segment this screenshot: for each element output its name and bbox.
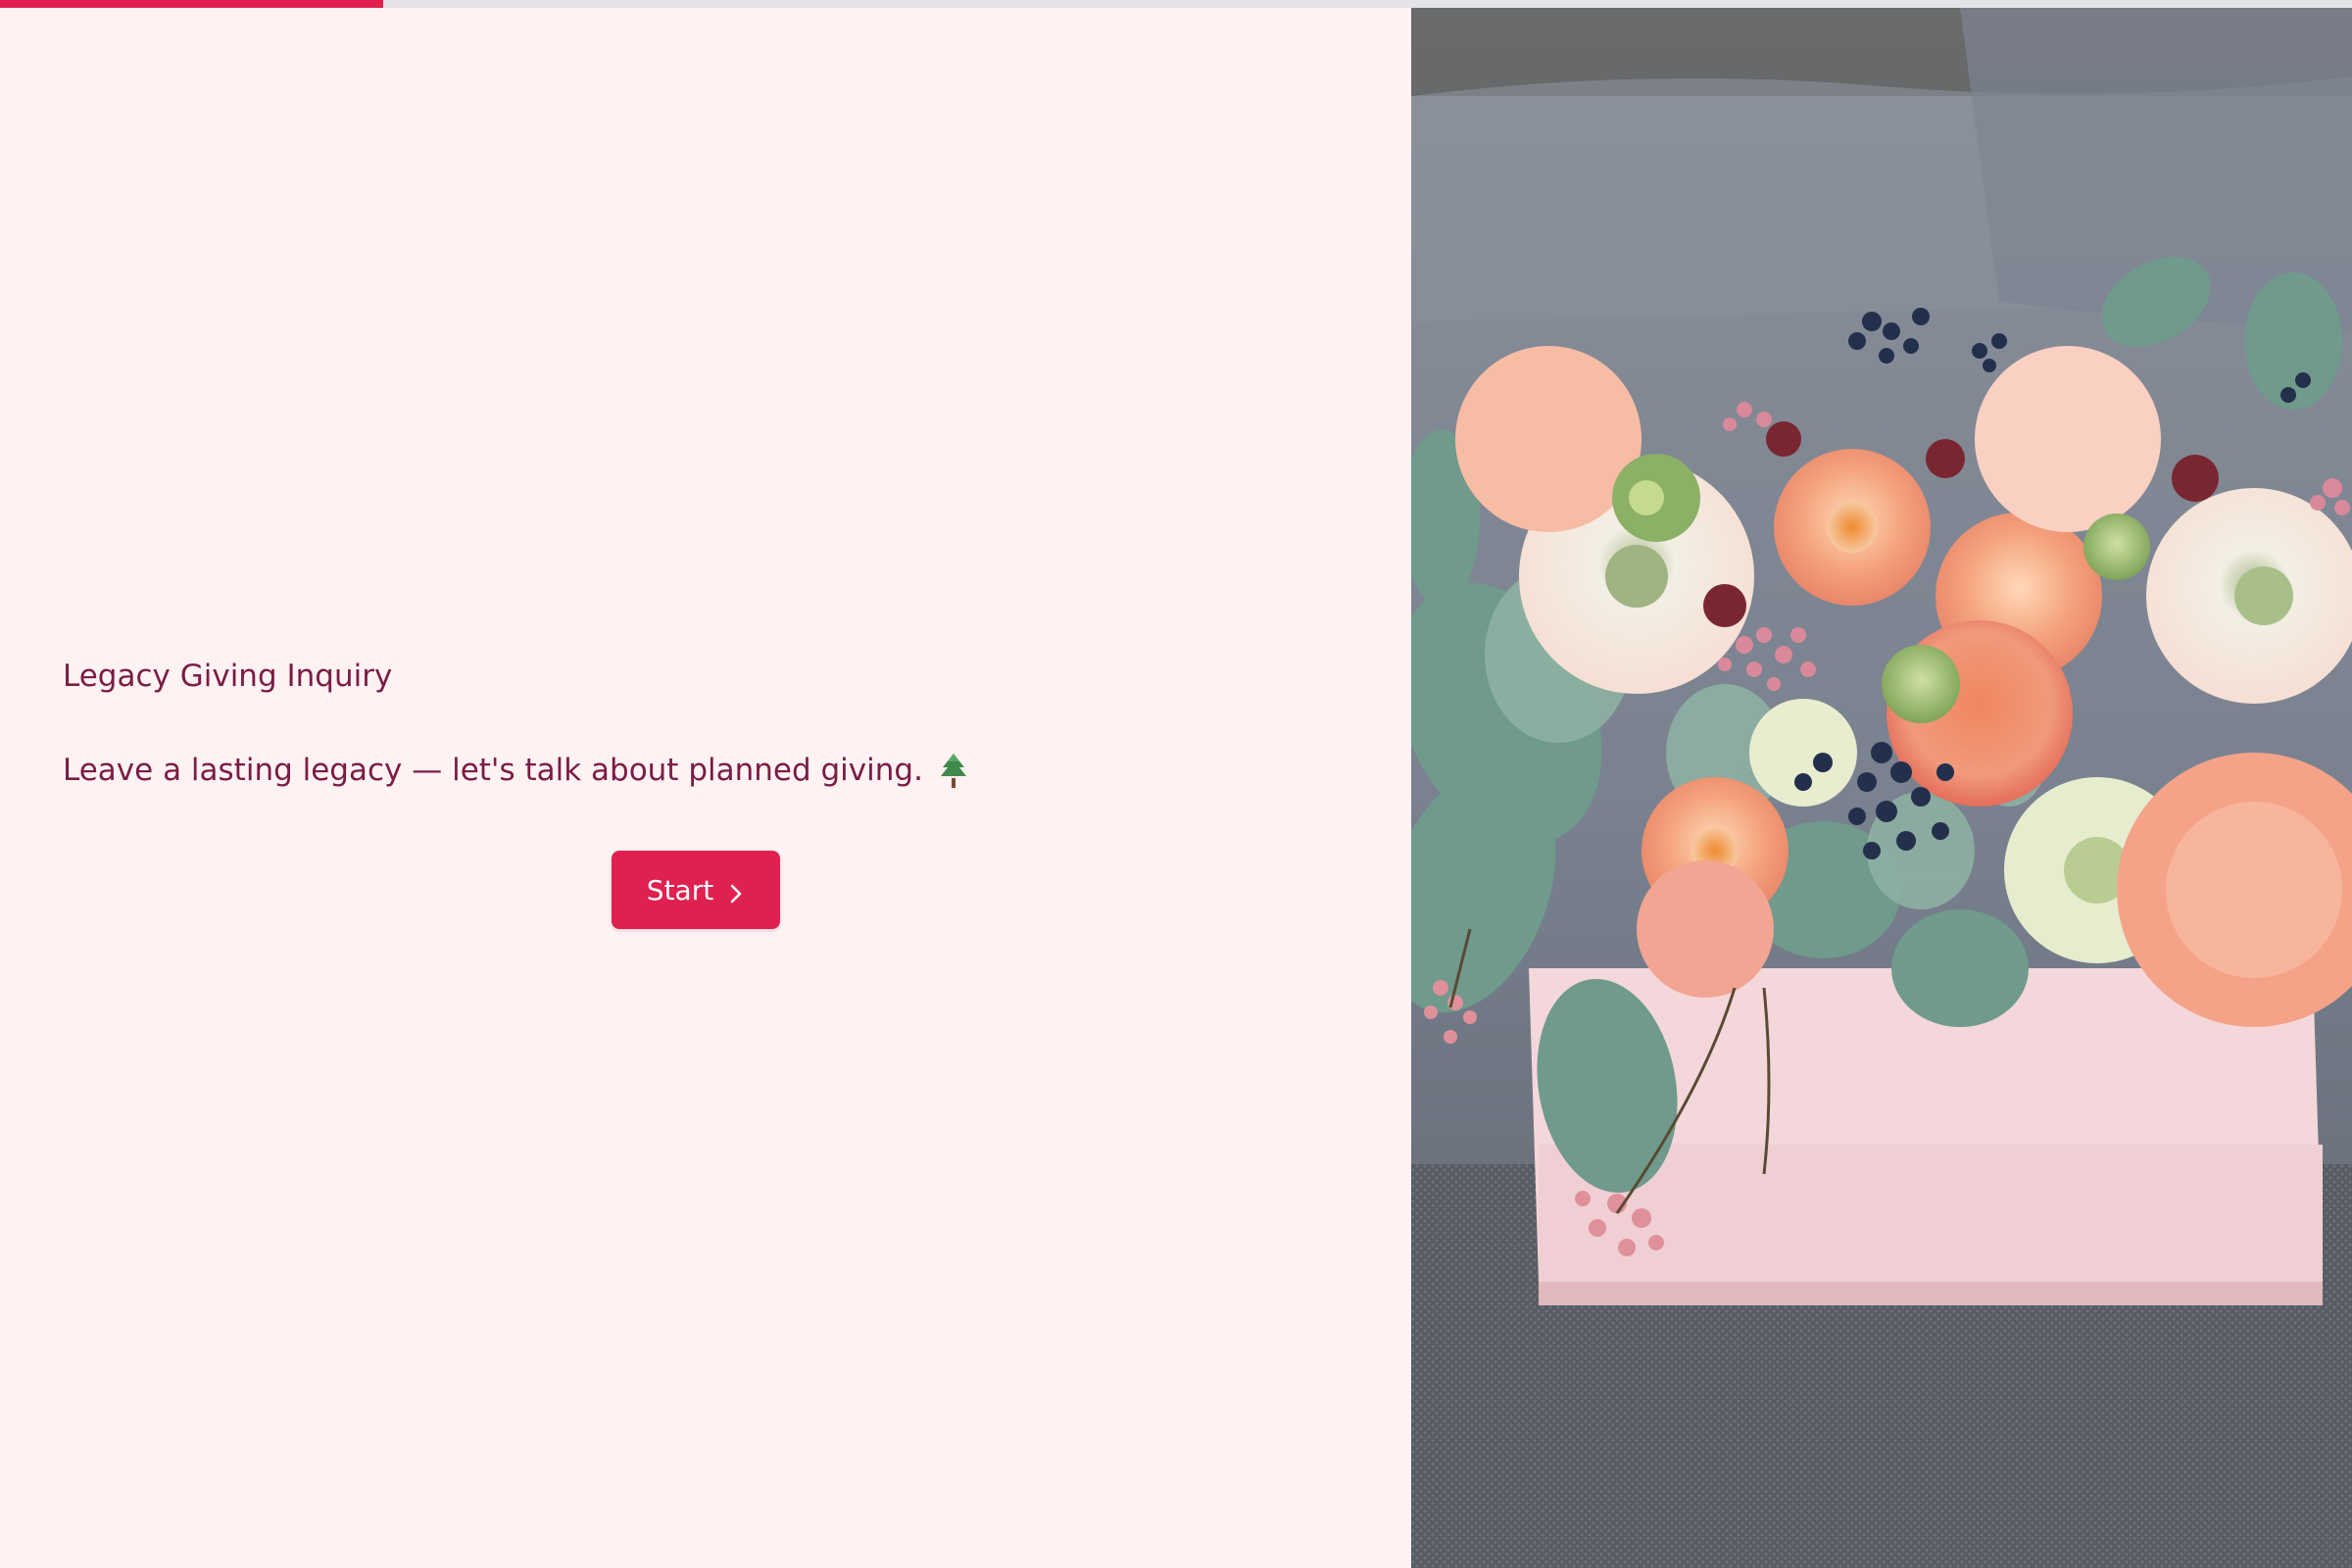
form-subtitle: Leave a lasting legacy — let's talk abou… bbox=[63, 753, 923, 789]
welcome-panel: Legacy Giving Inquiry Leave a lasting le… bbox=[0, 8, 1411, 1568]
start-button-label: Start bbox=[646, 873, 714, 906]
form-title: Legacy Giving Inquiry bbox=[63, 659, 393, 694]
start-button[interactable]: Start bbox=[612, 851, 780, 929]
welcome-screen: Legacy Giving Inquiry Leave a lasting le… bbox=[0, 0, 2352, 1568]
evergreen-tree-icon bbox=[939, 753, 968, 789]
welcome-content: Legacy Giving Inquiry Leave a lasting le… bbox=[63, 657, 1327, 791]
form-subtitle-row: Leave a lasting legacy — let's talk abou… bbox=[63, 751, 1327, 790]
flower-bouquet-illustration bbox=[1411, 8, 2352, 1568]
progress-bar-fill bbox=[0, 0, 384, 8]
chevron-right-icon bbox=[727, 879, 745, 904]
progress-bar bbox=[0, 0, 2352, 8]
flower-bouquet-photo bbox=[1411, 8, 2352, 1568]
